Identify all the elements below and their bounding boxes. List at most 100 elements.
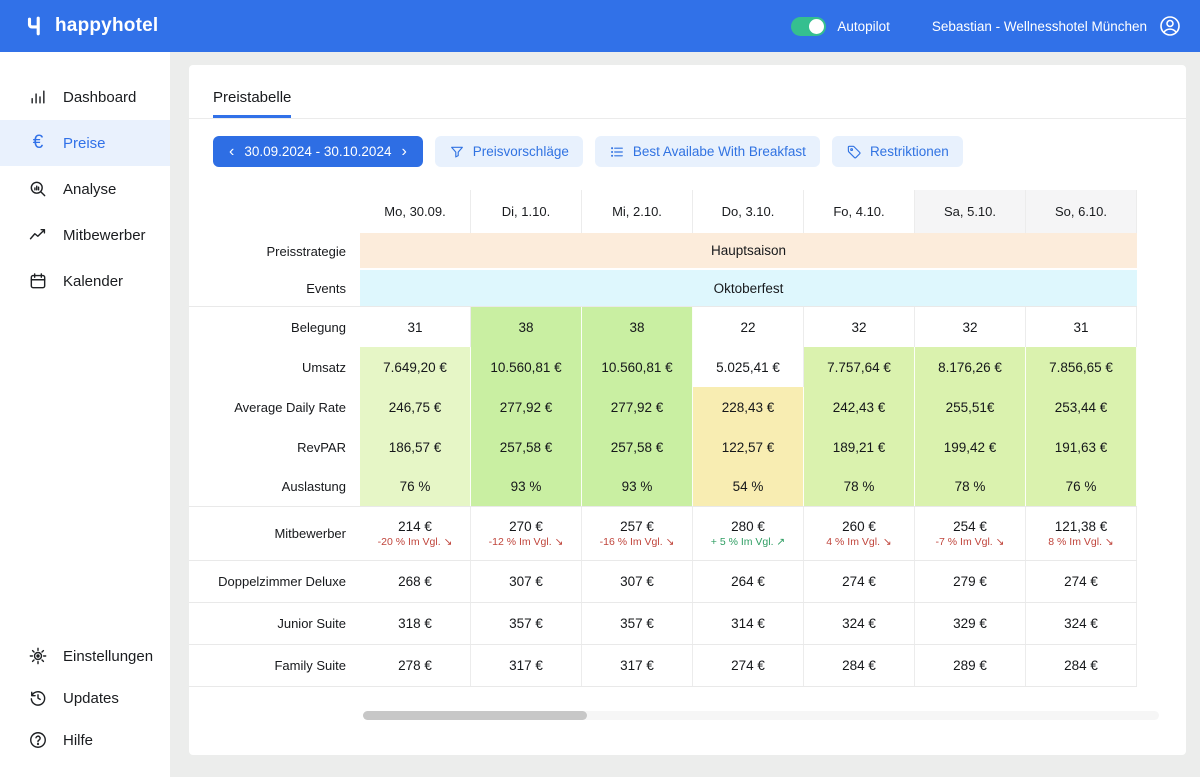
toolbar: ‹ 30.09.2024 - 30.10.2024 › Preisvorschl… (189, 119, 1186, 167)
room-price-cell[interactable]: 318 € (360, 603, 471, 644)
day-column-header-so-6-10[interactable]: So, 6.10. (1026, 190, 1137, 233)
kpi-row-umsatz: Umsatz7.649,20 €10.560,81 €10.560,81 €5.… (189, 347, 1137, 387)
kpi-cell-belegung: 32 (915, 307, 1026, 347)
kpi-cell-belegung: 32 (804, 307, 915, 347)
room-price-cell[interactable]: 274 € (1026, 561, 1137, 602)
bar-chart-icon (28, 87, 48, 107)
sidebar-item-updates[interactable]: Updates (0, 677, 170, 719)
date-range-picker[interactable]: ‹ 30.09.2024 - 30.10.2024 › (213, 136, 423, 167)
competitor-price: 214 € (398, 519, 432, 534)
room-price-cell[interactable]: 357 € (471, 603, 582, 644)
day-column-header-mo-30-09[interactable]: Mo, 30.09. (360, 190, 471, 233)
room-price-cell[interactable]: 264 € (693, 561, 804, 602)
day-column-header-do-3-10[interactable]: Do, 3.10. (693, 190, 804, 233)
sidebar-item-analyse[interactable]: Analyse (0, 166, 170, 212)
room-price-cell[interactable]: 324 € (804, 603, 915, 644)
row-label-junior-suite: Junior Suite (189, 603, 360, 644)
room-price-cell[interactable]: 357 € (582, 603, 693, 644)
banner-row-preisstrategie: PreisstrategieHauptsaison (189, 233, 1137, 270)
row-label-belegung: Belegung (189, 307, 360, 347)
sidebar-footer: Einstellungen Updates Hilfe (0, 635, 170, 761)
toolbar-button-restriktionen[interactable]: Restriktionen (832, 136, 963, 167)
main-area: Preistabelle ‹ 30.09.2024 - 30.10.2024 ›… (170, 52, 1200, 777)
app-logo[interactable]: happyhotel (24, 15, 158, 37)
kpi-row-revpar: RevPAR186,57 €257,58 €257,58 €122,57 €18… (189, 427, 1137, 467)
room-price-cell[interactable]: 278 € (360, 645, 471, 686)
room-price-cell[interactable]: 317 € (582, 645, 693, 686)
room-price-cell[interactable]: 279 € (915, 561, 1026, 602)
room-price-cell[interactable]: 284 € (804, 645, 915, 686)
kpi-cell-average-daily-rate: 246,75 € (360, 387, 471, 427)
kpi-cell-auslastung: 93 % (471, 467, 582, 506)
gear-icon (28, 646, 48, 666)
room-price-cell[interactable]: 289 € (915, 645, 1026, 686)
tab-preistabelle[interactable]: Preistabelle (213, 89, 291, 118)
day-column-header-di-1-10[interactable]: Di, 1.10. (471, 190, 582, 233)
competitor-cell: 121,38 €8 % Im Vgl. ↘ (1026, 507, 1137, 560)
autopilot-toggle[interactable] (791, 17, 826, 36)
kpi-cell-umsatz: 7.649,20 € (360, 347, 471, 387)
kpi-cell-belegung: 31 (360, 307, 471, 347)
sidebar-item-label: Analyse (63, 181, 116, 198)
horizontal-scrollbar-track[interactable] (363, 711, 1159, 720)
history-icon (28, 688, 48, 708)
sidebar-item-einstellungen[interactable]: Einstellungen (0, 635, 170, 677)
kpi-cell-belegung: 31 (1026, 307, 1137, 347)
oktoberfest-band[interactable]: Oktoberfest (360, 270, 1137, 306)
day-column-header-fo-4-10[interactable]: Fo, 4.10. (804, 190, 915, 233)
button-label: Preisvorschläge (473, 144, 569, 159)
competitor-delta: 8 % Im Vgl. ↘ (1048, 536, 1113, 548)
help-icon (28, 730, 48, 750)
kpi-cell-average-daily-rate: 228,43 € (693, 387, 804, 427)
kpi-cell-average-daily-rate: 277,92 € (582, 387, 693, 427)
competitor-delta: -20 % Im Vgl. ↘ (378, 536, 453, 548)
toolbar-button-preisvorschlage[interactable]: Preisvorschläge (435, 136, 583, 167)
app-header: happyhotel Autopilot Sebastian - Wellnes… (0, 0, 1200, 52)
sidebar-item-preise[interactable]: €Preise (0, 120, 170, 166)
kpi-cell-umsatz: 10.560,81 € (582, 347, 693, 387)
room-price-cell[interactable]: 324 € (1026, 603, 1137, 644)
sidebar-item-mitbewerber[interactable]: Mitbewerber (0, 212, 170, 258)
competitor-price: 260 € (842, 519, 876, 534)
room-price-cell[interactable]: 307 € (471, 561, 582, 602)
competitor-cell: 254 €-7 % Im Vgl. ↘ (915, 507, 1026, 560)
user-menu[interactable]: Sebastian - Wellnesshotel München (932, 14, 1182, 38)
kpi-cell-revpar: 191,63 € (1026, 427, 1137, 467)
row-label-revpar: RevPAR (189, 427, 360, 467)
room-price-cell[interactable]: 307 € (582, 561, 693, 602)
kpi-cell-belegung: 22 (693, 307, 804, 347)
room-price-cell[interactable]: 317 € (471, 645, 582, 686)
kpi-cell-revpar: 257,58 € (471, 427, 582, 467)
room-price-cell[interactable]: 274 € (693, 645, 804, 686)
room-price-cell[interactable]: 329 € (915, 603, 1026, 644)
competitor-delta: -16 % Im Vgl. ↘ (600, 536, 675, 548)
row-label-auslastung: Auslastung (189, 467, 360, 506)
autopilot-control: Autopilot (791, 17, 890, 36)
room-price-cell[interactable]: 268 € (360, 561, 471, 602)
sidebar-item-hilfe[interactable]: Hilfe (0, 719, 170, 761)
toolbar-button-best-availabe-with-breakfast[interactable]: Best Availabe With Breakfast (595, 136, 820, 167)
kpi-cell-umsatz: 10.560,81 € (471, 347, 582, 387)
hauptsaison-band[interactable]: Hauptsaison (360, 233, 1137, 270)
sidebar-item-kalender[interactable]: Kalender (0, 258, 170, 304)
sidebar-item-dashboard[interactable]: Dashboard (0, 74, 170, 120)
tag-icon (846, 144, 862, 160)
day-column-header-sa-5-10[interactable]: Sa, 5.10. (915, 190, 1026, 233)
competitor-delta: + 5 % Im Vgl. ↗ (711, 536, 785, 548)
competitor-price: 280 € (731, 519, 765, 534)
chevron-right-icon[interactable]: › (399, 144, 408, 160)
room-price-cell[interactable]: 274 € (804, 561, 915, 602)
horizontal-scrollbar-thumb[interactable] (363, 711, 587, 720)
kpi-cell-auslastung: 93 % (582, 467, 693, 506)
sidebar-item-label: Updates (63, 690, 119, 707)
filter-icon (449, 144, 465, 160)
kpi-cell-revpar: 199,42 € (915, 427, 1026, 467)
room-price-cell[interactable]: 314 € (693, 603, 804, 644)
chevron-left-icon[interactable]: ‹ (227, 144, 236, 160)
room-price-cell[interactable]: 284 € (1026, 645, 1137, 686)
button-label: Restriktionen (870, 144, 949, 159)
day-column-header-mi-2-10[interactable]: Mi, 2.10. (582, 190, 693, 233)
happyhotel-logo-icon (24, 15, 46, 37)
trend-line-icon (28, 225, 48, 245)
kpi-cell-revpar: 186,57 € (360, 427, 471, 467)
